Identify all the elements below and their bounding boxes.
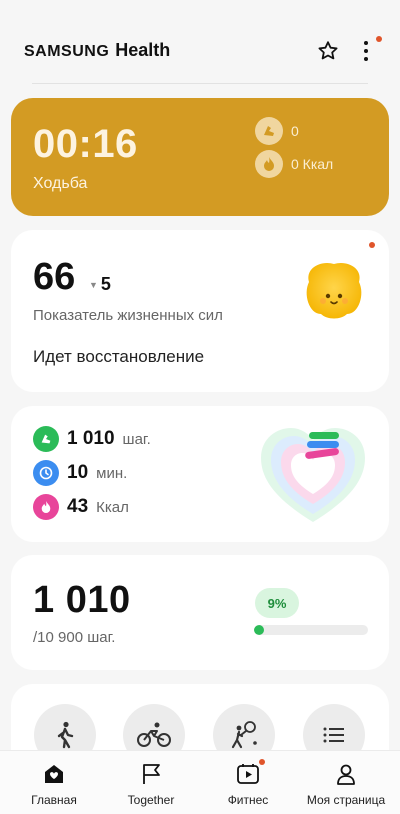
activity-steps-unit: шаг. (122, 430, 151, 448)
steps-goal: /10 900 шаг. (33, 629, 116, 646)
brand-main: SAMSUNG (24, 43, 110, 60)
activity-calories-value: 43 (67, 496, 89, 517)
vitality-score: 66 (33, 256, 76, 298)
activity-calories-unit: Ккал (96, 498, 129, 516)
tab-my-page-label: Моя страница (306, 793, 386, 807)
activity-minutes-unit: мин. (96, 464, 128, 482)
star-outline-icon[interactable] (315, 38, 341, 64)
notification-dot (376, 36, 382, 42)
activity-steps-value: 1 010 (67, 428, 115, 449)
kebab-menu-icon[interactable] (353, 38, 379, 64)
daily-activity-card[interactable]: 1 010 шаг. 10 мин. 43 Ккал (11, 406, 389, 542)
tab-home-label: Главная (31, 793, 77, 807)
brand-sub: Health (115, 40, 171, 60)
flame-icon (255, 150, 283, 178)
tab-together[interactable]: Together (101, 761, 201, 807)
tab-fitness[interactable]: Фитнес (198, 759, 298, 807)
vitality-label: Показатель жизненных сил (33, 307, 223, 324)
workout-steps-stat: 0 (255, 117, 299, 145)
flame-icon (33, 494, 59, 520)
vitality-mascot-icon (299, 254, 369, 324)
workout-steps-value: 0 (291, 123, 299, 139)
app-header: SAMSUNG Health (0, 0, 400, 84)
bottom-navigation: Главная Together Фитнес Моя страница (0, 750, 400, 814)
steps-count: 1 010 (33, 579, 131, 621)
tab-fitness-label: Фитнес (227, 793, 269, 807)
activity-minutes-row: 10 мин. (33, 460, 127, 486)
vitality-notification-dot (369, 242, 375, 248)
steps-percent-badge: 9% (255, 588, 299, 618)
activity-minutes-value: 10 (67, 462, 89, 483)
workout-type: Ходьба (33, 175, 88, 192)
shoe-icon (33, 426, 59, 452)
active-workout-card[interactable]: 00:16 Ходьба 0 0 Ккал (11, 98, 389, 216)
home-icon (41, 761, 67, 787)
down-triangle-icon: ▼ (89, 279, 98, 290)
workout-calories-value: 0 Ккал (291, 156, 334, 172)
activity-calories-row: 43 Ккал (33, 494, 129, 520)
steps-progress-fill (254, 625, 265, 635)
vitality-change-value: 5 (100, 274, 111, 294)
app-logo: SAMSUNG Health (24, 40, 170, 61)
vitality-score-card[interactable]: 66 ▼ 5 Показатель жизненных сил Идет вос… (11, 230, 389, 392)
clock-icon (33, 460, 59, 486)
steps-progress-bar (254, 625, 368, 635)
header-divider (32, 83, 368, 84)
shoe-icon (255, 117, 283, 145)
steps-card[interactable]: 1 010 /10 900 шаг. 9% (11, 555, 389, 670)
workout-calories-stat: 0 Ккал (255, 150, 333, 178)
fitness-badge-dot (259, 759, 265, 765)
tab-home[interactable]: Главная (4, 761, 104, 807)
activity-heart-rings-icon (257, 420, 369, 528)
profile-icon (333, 761, 359, 787)
workout-timer: 00:16 (33, 122, 138, 166)
tab-together-label: Together (127, 793, 175, 807)
vitality-status: Идет восстановление (33, 347, 205, 366)
activity-steps-row: 1 010 шаг. (33, 426, 151, 452)
vitality-change: ▼ 5 (89, 274, 111, 295)
fitness-play-icon (235, 759, 265, 787)
flag-icon (138, 761, 164, 787)
tab-my-page[interactable]: Моя страница (296, 761, 396, 807)
